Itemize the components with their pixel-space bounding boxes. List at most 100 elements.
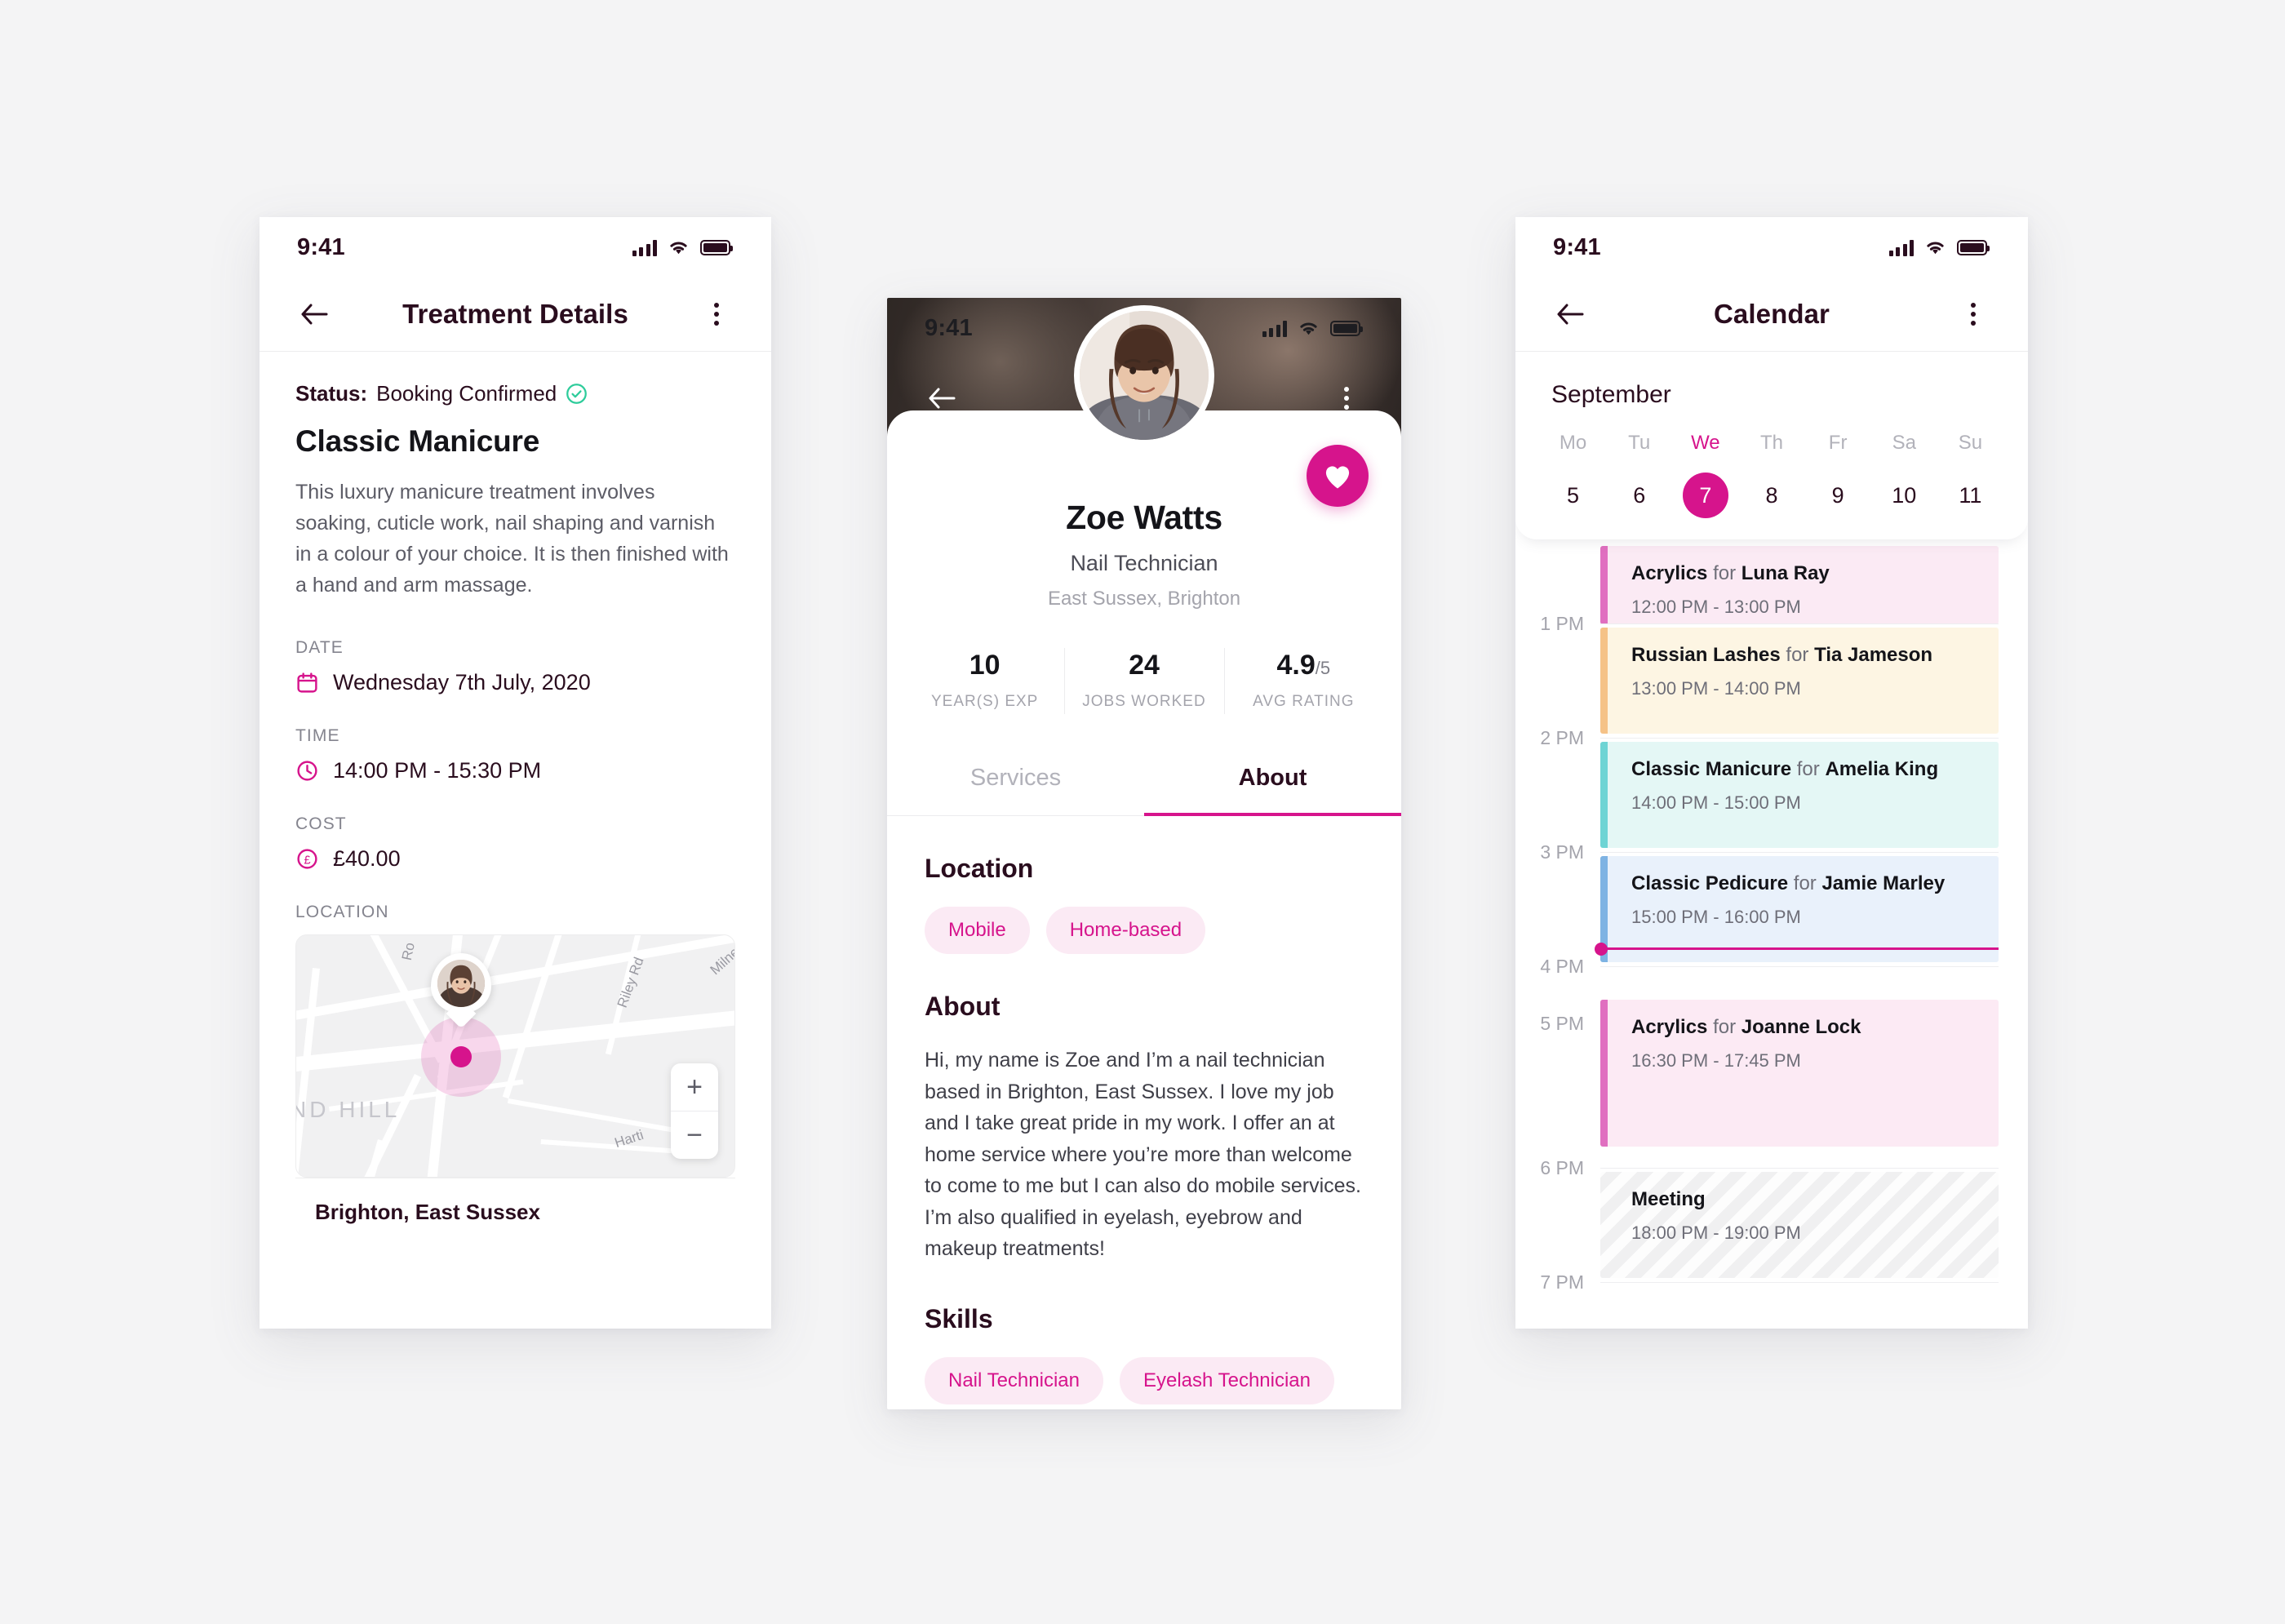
page-title: Calendar [1713, 299, 1830, 329]
event-time: 14:00 PM - 15:00 PM [1631, 792, 1801, 813]
weekday-fr: Fr [1828, 432, 1848, 454]
profile-sheet: Zoe Watts Nail Technician East Sussex, B… [887, 311, 1401, 1404]
hour-label-1pm: 1 PM [1540, 613, 1584, 634]
field-cost-label: COST [295, 814, 347, 833]
chip-mobile[interactable]: Mobile [925, 907, 1030, 954]
weekday-su: Su [1958, 432, 1983, 454]
avatar [1080, 311, 1209, 440]
hour-divider [1600, 1282, 1999, 1283]
map-zoom-in-button[interactable]: + [671, 1063, 718, 1112]
status-bar-time: 9:41 [1553, 233, 1601, 260]
calendar-month[interactable]: September [1515, 352, 2028, 409]
agenda-row: 2 PM Russian Lashes for Tia Jameson 13:0… [1515, 624, 2028, 748]
field-time-value: 14:00 PM - 15:30 PM [333, 758, 542, 783]
more-options-button[interactable] [698, 295, 735, 333]
status-bar: 9:41 [260, 217, 771, 277]
day-cell-6[interactable]: 6 [1606, 473, 1672, 518]
profile-location: East Sussex, Brighton [1047, 588, 1241, 610]
field-cost: COST £ £40.00 [295, 814, 735, 872]
day-cell-5[interactable]: 5 [1540, 473, 1606, 518]
status-badge: Status: Booking Confirmed [295, 381, 735, 406]
hour-label-3pm: 3 PM [1540, 841, 1584, 863]
arrow-left-icon [929, 388, 956, 409]
weekday-header-row: Mo Tu We Th Fr Sa Su [1515, 432, 2028, 455]
status-label: Status: [295, 381, 368, 406]
profile-role: Nail Technician [1070, 551, 1218, 575]
battery-icon [1957, 239, 1990, 255]
hour-label-4pm: 4 PM [1540, 956, 1584, 977]
status-value: Booking Confirmed [376, 381, 557, 406]
event-classic-manicure-amelia-king[interactable]: Classic Manicure for Amelia King 14:00 P… [1600, 742, 1999, 848]
day-cell-9[interactable]: 9 [1805, 473, 1871, 518]
event-time: 12:00 PM - 13:00 PM [1631, 597, 1801, 617]
more-options-button[interactable] [1954, 295, 1992, 333]
stat-years-exp: 10 YEAR(S) EXP [905, 645, 1064, 719]
event-russian-lashes-tia-jameson[interactable]: Russian Lashes for Tia Jameson 13:00 PM … [1600, 628, 1999, 734]
hour-label-2pm: 2 PM [1540, 727, 1584, 748]
day-cell-8[interactable]: 8 [1738, 473, 1804, 518]
event-accent-bar [1600, 628, 1608, 734]
wifi-icon [1298, 320, 1320, 336]
stat-value: 4.9 [1276, 650, 1316, 681]
map-card[interactable]: Ro Riley Rd Milne Harti ND HILL + − [295, 934, 735, 1178]
stat-value: 10 [969, 650, 1001, 681]
agenda-row: 7 PM Meeting 18:00 PM - 19:00 PM [1515, 1169, 2028, 1293]
arrow-left-icon [1557, 304, 1584, 325]
agenda-list[interactable]: 1 PM Acrylics for Luna Ray 12:00 PM - 13… [1515, 539, 2028, 1293]
cellular-signal-icon [632, 239, 657, 256]
map-image: Ro Riley Rd Milne Harti ND HILL + − [296, 935, 734, 1177]
location-heading: Location [925, 854, 1034, 883]
event-meeting-blocked[interactable]: Meeting 18:00 PM - 19:00 PM [1600, 1172, 1999, 1278]
day-cell-11[interactable]: 11 [1937, 473, 2003, 518]
map-street-label: Ro [398, 941, 418, 962]
day-cell-10[interactable]: 10 [1871, 473, 1937, 518]
check-circle-icon [566, 384, 588, 404]
event-time: 16:30 PM - 17:45 PM [1631, 1050, 1801, 1071]
map-location-pulse [421, 1017, 501, 1097]
status-bar: 9:41 [1515, 217, 2028, 277]
field-cost-value: £40.00 [333, 846, 401, 871]
kebab-menu-icon [1971, 303, 1976, 326]
tab-about[interactable]: About [1144, 752, 1401, 816]
agenda-row: 3 PM Classic Manicure for Amelia King 14… [1515, 739, 2028, 863]
nav-bar: Treatment Details [260, 277, 771, 351]
event-classic-pedicure-jamie-marley[interactable]: Classic Pedicure for Jamie Marley 15:00 … [1600, 856, 1999, 962]
weekday-th: Th [1759, 432, 1783, 454]
pound-icon: £ [297, 849, 317, 869]
cellular-signal-icon [1888, 239, 1914, 256]
cellular-signal-icon [1262, 320, 1287, 337]
hour-label-6pm: 6 PM [1540, 1157, 1584, 1178]
kebab-menu-icon [714, 303, 719, 326]
profile-tabs: Services About [887, 752, 1401, 816]
status-bar-time: 9:41 [925, 314, 973, 341]
chip-eyelash-technician[interactable]: Eyelash Technician [1119, 1356, 1335, 1404]
map-zoom-out-button[interactable]: − [671, 1112, 718, 1159]
weekday-sa: Sa [1892, 432, 1916, 454]
event-acrylics-luna-ray[interactable]: Acrylics for Luna Ray 12:00 PM - 13:00 P… [1600, 546, 1999, 624]
current-time-indicator [1600, 947, 1999, 950]
arrow-left-icon [301, 304, 328, 325]
map-street-label: Riley Rd [614, 955, 647, 1010]
day-number-row: 5 6 7 8 9 10 11 [1515, 473, 2028, 518]
location-chip-group: Mobile Home-based [925, 907, 1364, 954]
back-button[interactable] [1551, 295, 1589, 333]
event-time: 13:00 PM - 14:00 PM [1631, 678, 1801, 699]
field-time-label: TIME [295, 726, 340, 745]
chip-nail-technician[interactable]: Nail Technician [925, 1356, 1103, 1404]
battery-icon [1330, 320, 1363, 336]
map-zoom-controls[interactable]: + − [671, 1063, 718, 1159]
map-pin[interactable] [431, 953, 491, 1028]
map-caption: Brighton, East Sussex [295, 1178, 735, 1249]
about-heading: About [925, 992, 1001, 1021]
stat-label: YEAR(S) EXP [930, 693, 1039, 710]
skills-heading: Skills [925, 1303, 993, 1333]
favourite-button[interactable] [1307, 445, 1369, 507]
chip-home-based[interactable]: Home-based [1045, 907, 1206, 954]
hour-label-7pm: 7 PM [1540, 1271, 1584, 1293]
day-cell-7-selected[interactable]: 7 [1672, 473, 1738, 518]
back-button[interactable] [295, 295, 333, 333]
kebab-menu-icon [1344, 387, 1349, 410]
status-bar-icons [1262, 320, 1363, 337]
skills-chip-group: Nail Technician Eyelash Technician [925, 1356, 1364, 1404]
tab-services[interactable]: Services [887, 752, 1144, 816]
